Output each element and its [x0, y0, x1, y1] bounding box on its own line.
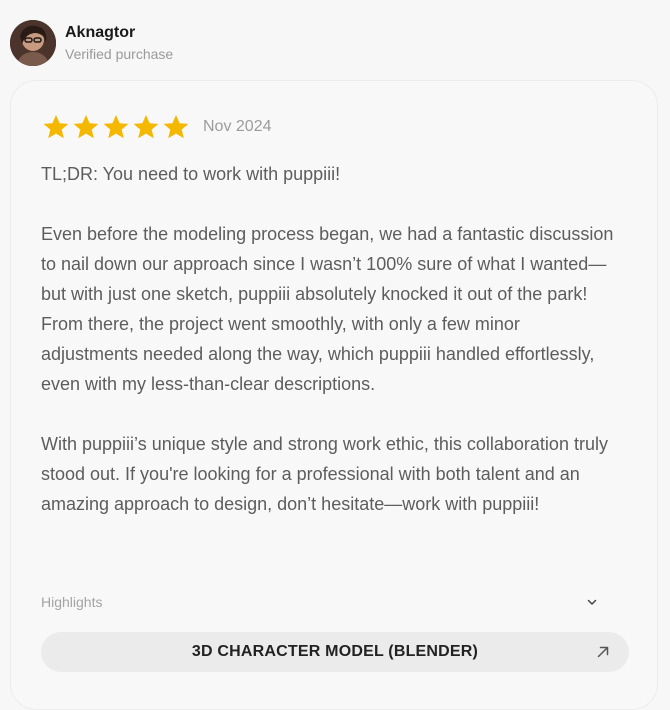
service-tag-label: 3D CHARACTER MODEL (BLENDER) [191, 643, 479, 660]
avatar-image [10, 20, 56, 66]
star-icon [43, 115, 69, 139]
star-icon [163, 115, 189, 139]
chevron-down-icon[interactable] [585, 595, 599, 609]
review-body: TL;DR: You need to work with puppiii! Ev… [41, 159, 621, 519]
review-paragraph-3: With puppiii’s unique style and strong w… [41, 434, 608, 514]
reviewer-name[interactable]: Aknagtor [65, 23, 173, 43]
star-icon [133, 115, 159, 139]
star-icon [103, 115, 129, 139]
avatar[interactable] [10, 20, 56, 66]
highlights-toggle[interactable]: Highlights [41, 591, 599, 613]
arrow-up-right-icon [597, 646, 609, 658]
service-tag-button[interactable]: 3D CHARACTER MODEL (BLENDER) [41, 632, 629, 672]
highlights-label: Highlights [41, 594, 103, 610]
rating-row: Nov 2024 [41, 113, 272, 141]
review-card: Nov 2024 TL;DR: You need to work with pu… [10, 80, 658, 710]
author-info: Aknagtor Verified purchase [65, 23, 173, 64]
verified-purchase-label: Verified purchase [65, 45, 174, 62]
star-icon [73, 115, 99, 139]
star-rating [41, 113, 191, 141]
review-date: Nov 2024 [203, 118, 272, 135]
review-paragraph-2: Even before the modeling process began, … [41, 224, 614, 394]
review-header: Aknagtor Verified purchase [10, 20, 173, 66]
review-paragraph-1: TL;DR: You need to work with puppiii! [41, 164, 341, 184]
